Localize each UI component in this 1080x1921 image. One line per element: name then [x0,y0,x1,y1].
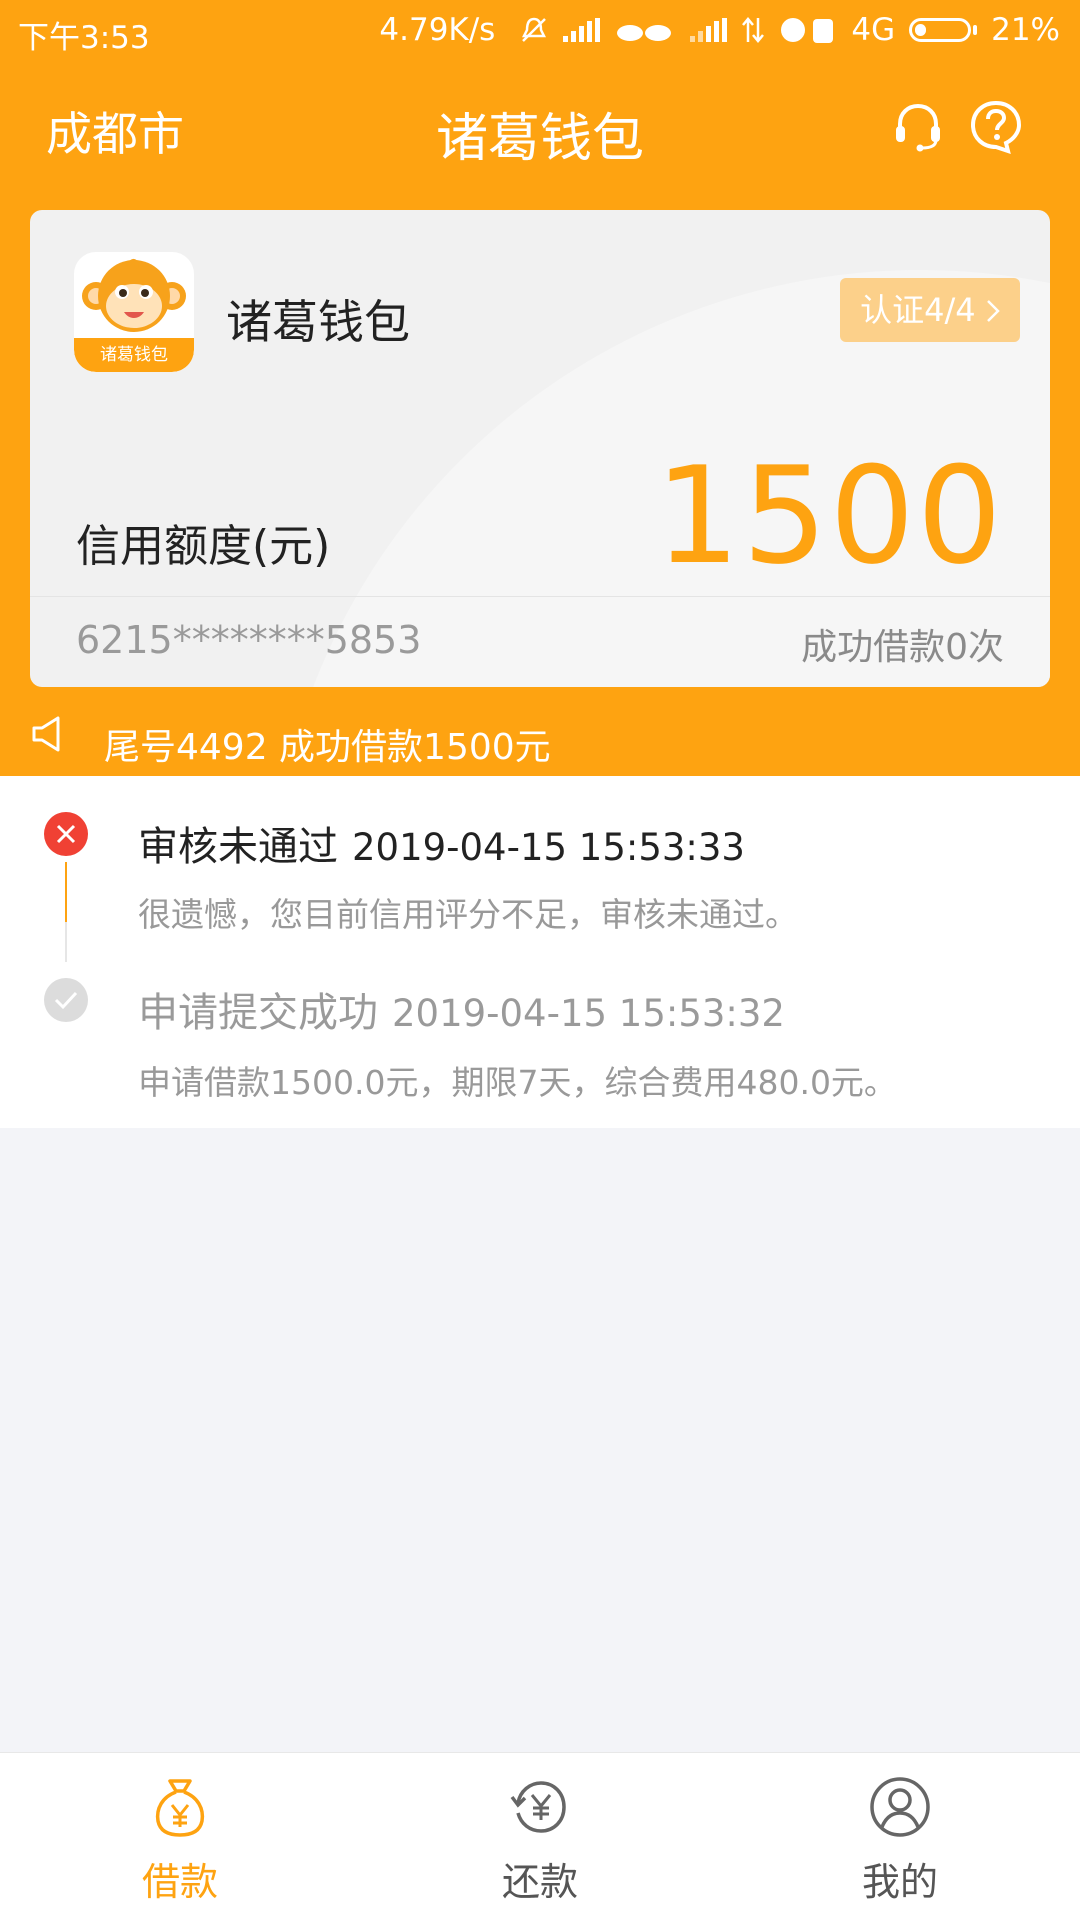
tab-repay-label: 还款 [501,1860,578,1904]
data-transfer-icon [742,17,765,43]
app-name: 诸葛钱包 [226,295,410,349]
bank-card-number: 6215********5853 [76,618,422,662]
speaker-icon [32,716,60,752]
notice-bar: 尾号4492 成功借款1500元 [0,700,1080,776]
logo-text: 诸葛钱包 [74,338,194,372]
fail-icon [44,812,88,856]
apply-success-desc: 申请借款1500.0元，期限7天，综合费用480.0元。 [138,1063,897,1102]
apply-success-title: 申请提交成功 [138,990,378,1036]
timeline-line-active [65,862,67,922]
status-bar: 下午3:53 4.79K/s 4G 21% [0,0,1080,62]
chevron-right-icon [986,300,1000,322]
apply-success-time: 2019-04-15 15:53:32 [392,992,785,1035]
money-bag-icon [155,1779,205,1837]
notice-text: 尾号4492 成功借款1500元 [104,727,551,768]
review-failed-time: 2019-04-15 15:53:33 [352,826,745,869]
signal-icon [563,18,601,42]
tab-loan-label: 借款 [141,1860,218,1904]
success-count: 成功借款0次 [801,627,1004,668]
status-time: 下午3:53 [18,20,150,56]
signal-icon-2 [690,18,728,42]
headset-icon[interactable] [890,98,946,154]
tab-mine-label: 我的 [861,1860,938,1904]
credit-amount: 1500 [654,438,1004,594]
user-icon [870,1777,930,1837]
app-notification-icon [781,18,834,43]
cert-label: 认证4/4 [860,291,976,329]
check-icon [44,978,88,1022]
tab-repay[interactable]: 还款 [360,1753,720,1921]
repay-icon [510,1781,566,1833]
bottom-nav: 借款 还款 我的 [0,1752,1080,1921]
tab-loan[interactable]: 借款 [0,1753,360,1921]
status-timeline: 审核未通过 2019-04-15 15:53:33 很遗憾，您目前信用评分不足，审… [0,776,1080,1128]
monkey-logo-icon [82,259,186,332]
timeline-item-title: 审核未通过 2019-04-15 15:53:33 [138,814,745,872]
review-failed-title: 审核未通过 [138,824,338,870]
credit-card[interactable]: 诸葛钱包 诸葛钱包 认证4/4 信用额度(元) 1500 6215*******… [30,210,1050,687]
help-icon[interactable] [968,98,1024,154]
card-divider [30,596,1050,597]
cloud-icon [617,25,672,41]
battery-icon [909,18,978,42]
net-speed: 4.79K/s [379,12,496,48]
timeline-line [65,922,67,962]
app-header: 成都市 诸葛钱包 [0,62,1080,192]
credit-limit-label: 信用额度(元) [76,521,331,572]
top-section: 下午3:53 4.79K/s 4G 21% 成都市 诸葛钱包 诸葛钱包 诸葛钱包… [0,0,1080,776]
battery-percent: 21% [991,12,1060,48]
cert-button[interactable]: 认证4/4 [840,278,1020,342]
mute-icon [522,17,547,42]
network-type: 4G [851,12,896,48]
tab-mine[interactable]: 我的 [720,1753,1080,1921]
app-logo: 诸葛钱包 [74,252,194,372]
timeline-item-title-2: 申请提交成功 2019-04-15 15:53:32 [138,980,785,1038]
review-failed-desc: 很遗憾，您目前信用评分不足，审核未通过。 [138,895,798,934]
